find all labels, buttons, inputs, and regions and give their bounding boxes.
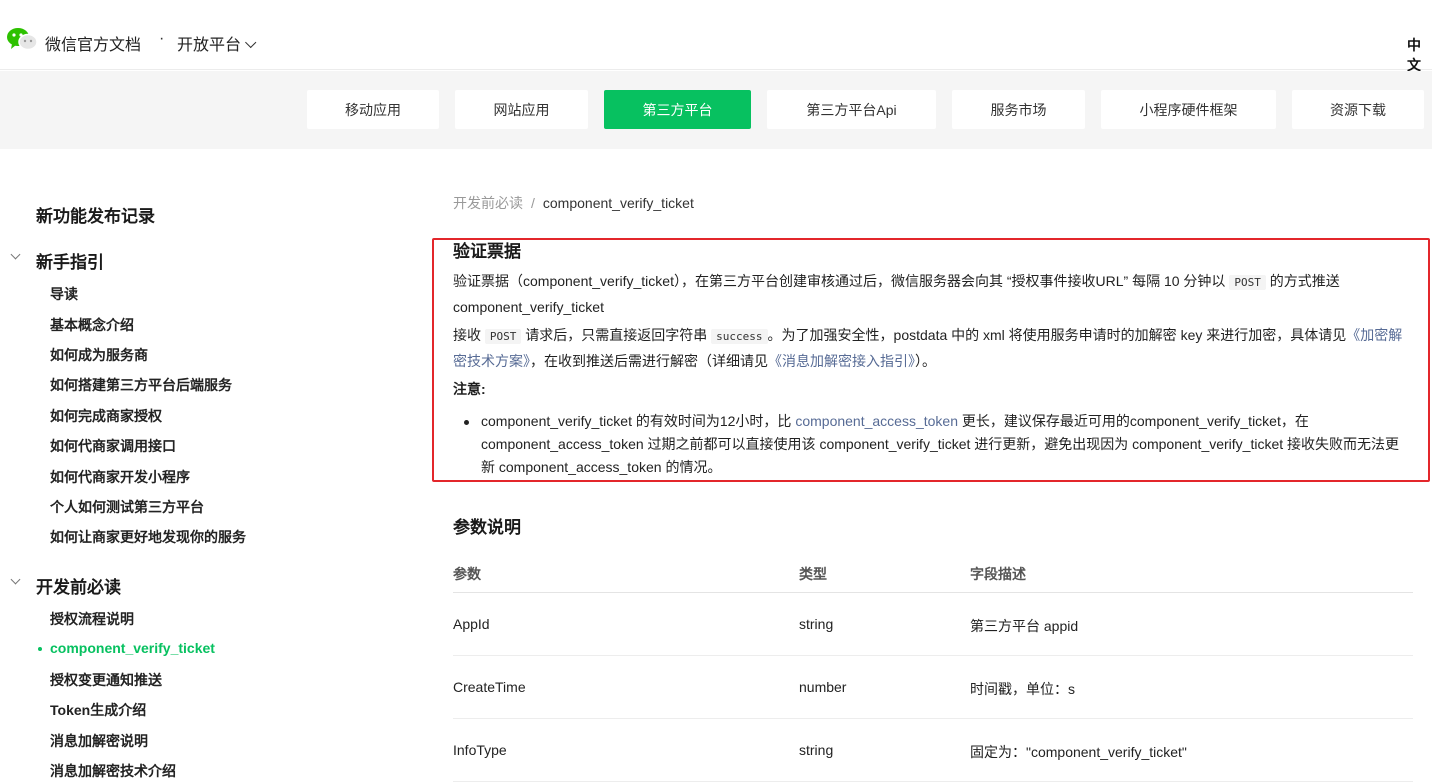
sidebar-item-encryption-desc[interactable]: 消息加解密说明 — [50, 731, 148, 751]
cell-param: CreateTime — [453, 679, 526, 695]
sidebar-group-label: 新手指引 — [36, 253, 104, 272]
tab-service-market[interactable]: 服务市场 — [952, 90, 1085, 129]
tab-resource-download[interactable]: 资源下载 — [1292, 90, 1424, 129]
nav-tabs: 移动应用 网站应用 第三方平台 第三方平台Api 服务市场 小程序硬件框架 资源… — [0, 71, 1432, 149]
cell-type: number — [799, 679, 847, 695]
wechat-logo-icon[interactable] — [6, 26, 38, 52]
tab-miniprogram-hardware[interactable]: 小程序硬件框架 — [1101, 90, 1276, 129]
list-item: component_verify_ticket 的有效时间为12小时，比 com… — [464, 410, 1411, 479]
sidebar-item-encryption-tech[interactable]: 消息加解密技术介绍 — [50, 761, 176, 781]
sidebar-item-develop-miniprogram[interactable]: 如何代商家开发小程序 — [50, 467, 190, 487]
paragraph-verify-ticket: 验证票据（component_verify_ticket），在第三方平台创建审核… — [453, 269, 1413, 319]
header-separator: · — [159, 30, 165, 47]
column-header-desc: 字段描述 — [970, 566, 1026, 582]
platform-label: 开放平台 — [177, 37, 242, 54]
note-label: 注意: — [453, 381, 486, 397]
table-row: InfoType string 固定为："component_verify_ti… — [453, 719, 1413, 782]
text: 请求后，只需直接返回字符串 — [525, 327, 708, 343]
text: ）。 — [915, 353, 936, 369]
cell-type: string — [799, 616, 834, 632]
sidebar-item-component-verify-ticket[interactable]: component_verify_ticket — [38, 640, 215, 656]
cell-type: string — [799, 742, 834, 758]
sidebar-item-discover-service[interactable]: 如何让商家更好地发现你的服务 — [50, 527, 246, 547]
sidebar-item-release-notes[interactable]: 新功能发布记录 — [36, 202, 155, 227]
sidebar-item-personal-test[interactable]: 个人如何测试第三方平台 — [50, 497, 204, 517]
sidebar-item-basic-concepts[interactable]: 基本概念介绍 — [50, 315, 134, 335]
sidebar-item-call-api[interactable]: 如何代商家调用接口 — [50, 436, 176, 456]
cell-desc: 时间戳，单位：s — [970, 681, 1075, 697]
sidebar-item-auth-flow[interactable]: 授权流程说明 — [50, 609, 134, 629]
breadcrumb: 开发前必读 / component_verify_ticket — [453, 193, 694, 213]
cell-desc: 第三方平台 appid — [970, 618, 1079, 634]
sidebar-group-before-dev[interactable]: 开发前必读 — [10, 573, 121, 598]
text: component_verify_ticket 的有效时间为12小时，比 — [481, 413, 792, 429]
top-header: 微信官方文档 · 开放平台 中文 — [0, 0, 1432, 73]
cell-desc: 固定为："component_verify_ticket" — [970, 744, 1187, 760]
breadcrumb-parent[interactable]: 开发前必读 — [453, 195, 523, 211]
paragraph-receive-post: 接收 POST 请求后，只需直接返回字符串 success 。为了加强安全性，po… — [453, 323, 1413, 373]
tab-third-party-api[interactable]: 第三方平台Api — [767, 90, 936, 129]
sidebar-item-token-intro[interactable]: Token生成介绍 — [50, 700, 146, 720]
sidebar-item-merchant-auth[interactable]: 如何完成商家授权 — [50, 406, 162, 426]
inline-code: POST — [484, 329, 522, 344]
column-header-param: 参数 — [453, 566, 481, 582]
text: 。为了加强安全性，postdata 中的 xml 将使用服务申请时的加解密 ke… — [767, 327, 1347, 343]
table-row: CreateTime number 时间戳，单位：s — [453, 656, 1413, 719]
table-row: AppId string 第三方平台 appid — [453, 593, 1413, 656]
cell-param: AppId — [453, 616, 490, 632]
link-encryption-guide[interactable]: 《消息加解密接入指引》 — [768, 353, 915, 369]
tab-third-party-platform[interactable]: 第三方平台 — [604, 90, 751, 129]
section-title-verify-ticket: 验证票据 — [453, 242, 521, 261]
chevron-down-icon — [245, 36, 257, 49]
section-title-params: 参数说明 — [453, 518, 521, 537]
link-component-access-token[interactable]: component_access_token — [795, 413, 958, 429]
sidebar-item-become-provider[interactable]: 如何成为服务商 — [50, 345, 148, 365]
text: 接收 — [453, 327, 481, 343]
text: 验证票据（component_verify_ticket），在第三方平台创建审核… — [453, 273, 1226, 289]
sidebar-group-getting-started[interactable]: 新手指引 — [10, 248, 104, 273]
sidebar-group-label: 开发前必读 — [36, 578, 121, 597]
sidebar-item-auth-change-push[interactable]: 授权变更通知推送 — [50, 670, 162, 690]
inline-code: success — [711, 329, 768, 344]
site-title[interactable]: 微信官方文档 — [45, 31, 141, 55]
tab-mobile-app[interactable]: 移动应用 — [307, 90, 439, 129]
column-header-type: 类型 — [799, 566, 827, 582]
sidebar-item-backend-service[interactable]: 如何搭建第三方平台后端服务 — [50, 375, 232, 395]
language-switch[interactable]: 中文 — [1407, 35, 1432, 75]
platform-dropdown[interactable]: 开放平台 — [177, 31, 257, 55]
table-header: 参数 类型 字段描述 — [453, 562, 1413, 593]
text: ，在收到推送后需进行解密（详细请见 — [530, 353, 768, 369]
sidebar-item-intro[interactable]: 导读 — [50, 284, 78, 304]
inline-code: POST — [1229, 275, 1266, 290]
tab-website-app[interactable]: 网站应用 — [455, 90, 588, 129]
breadcrumb-separator: / — [531, 195, 535, 211]
breadcrumb-current: component_verify_ticket — [542, 195, 694, 211]
cell-param: InfoType — [453, 742, 507, 758]
